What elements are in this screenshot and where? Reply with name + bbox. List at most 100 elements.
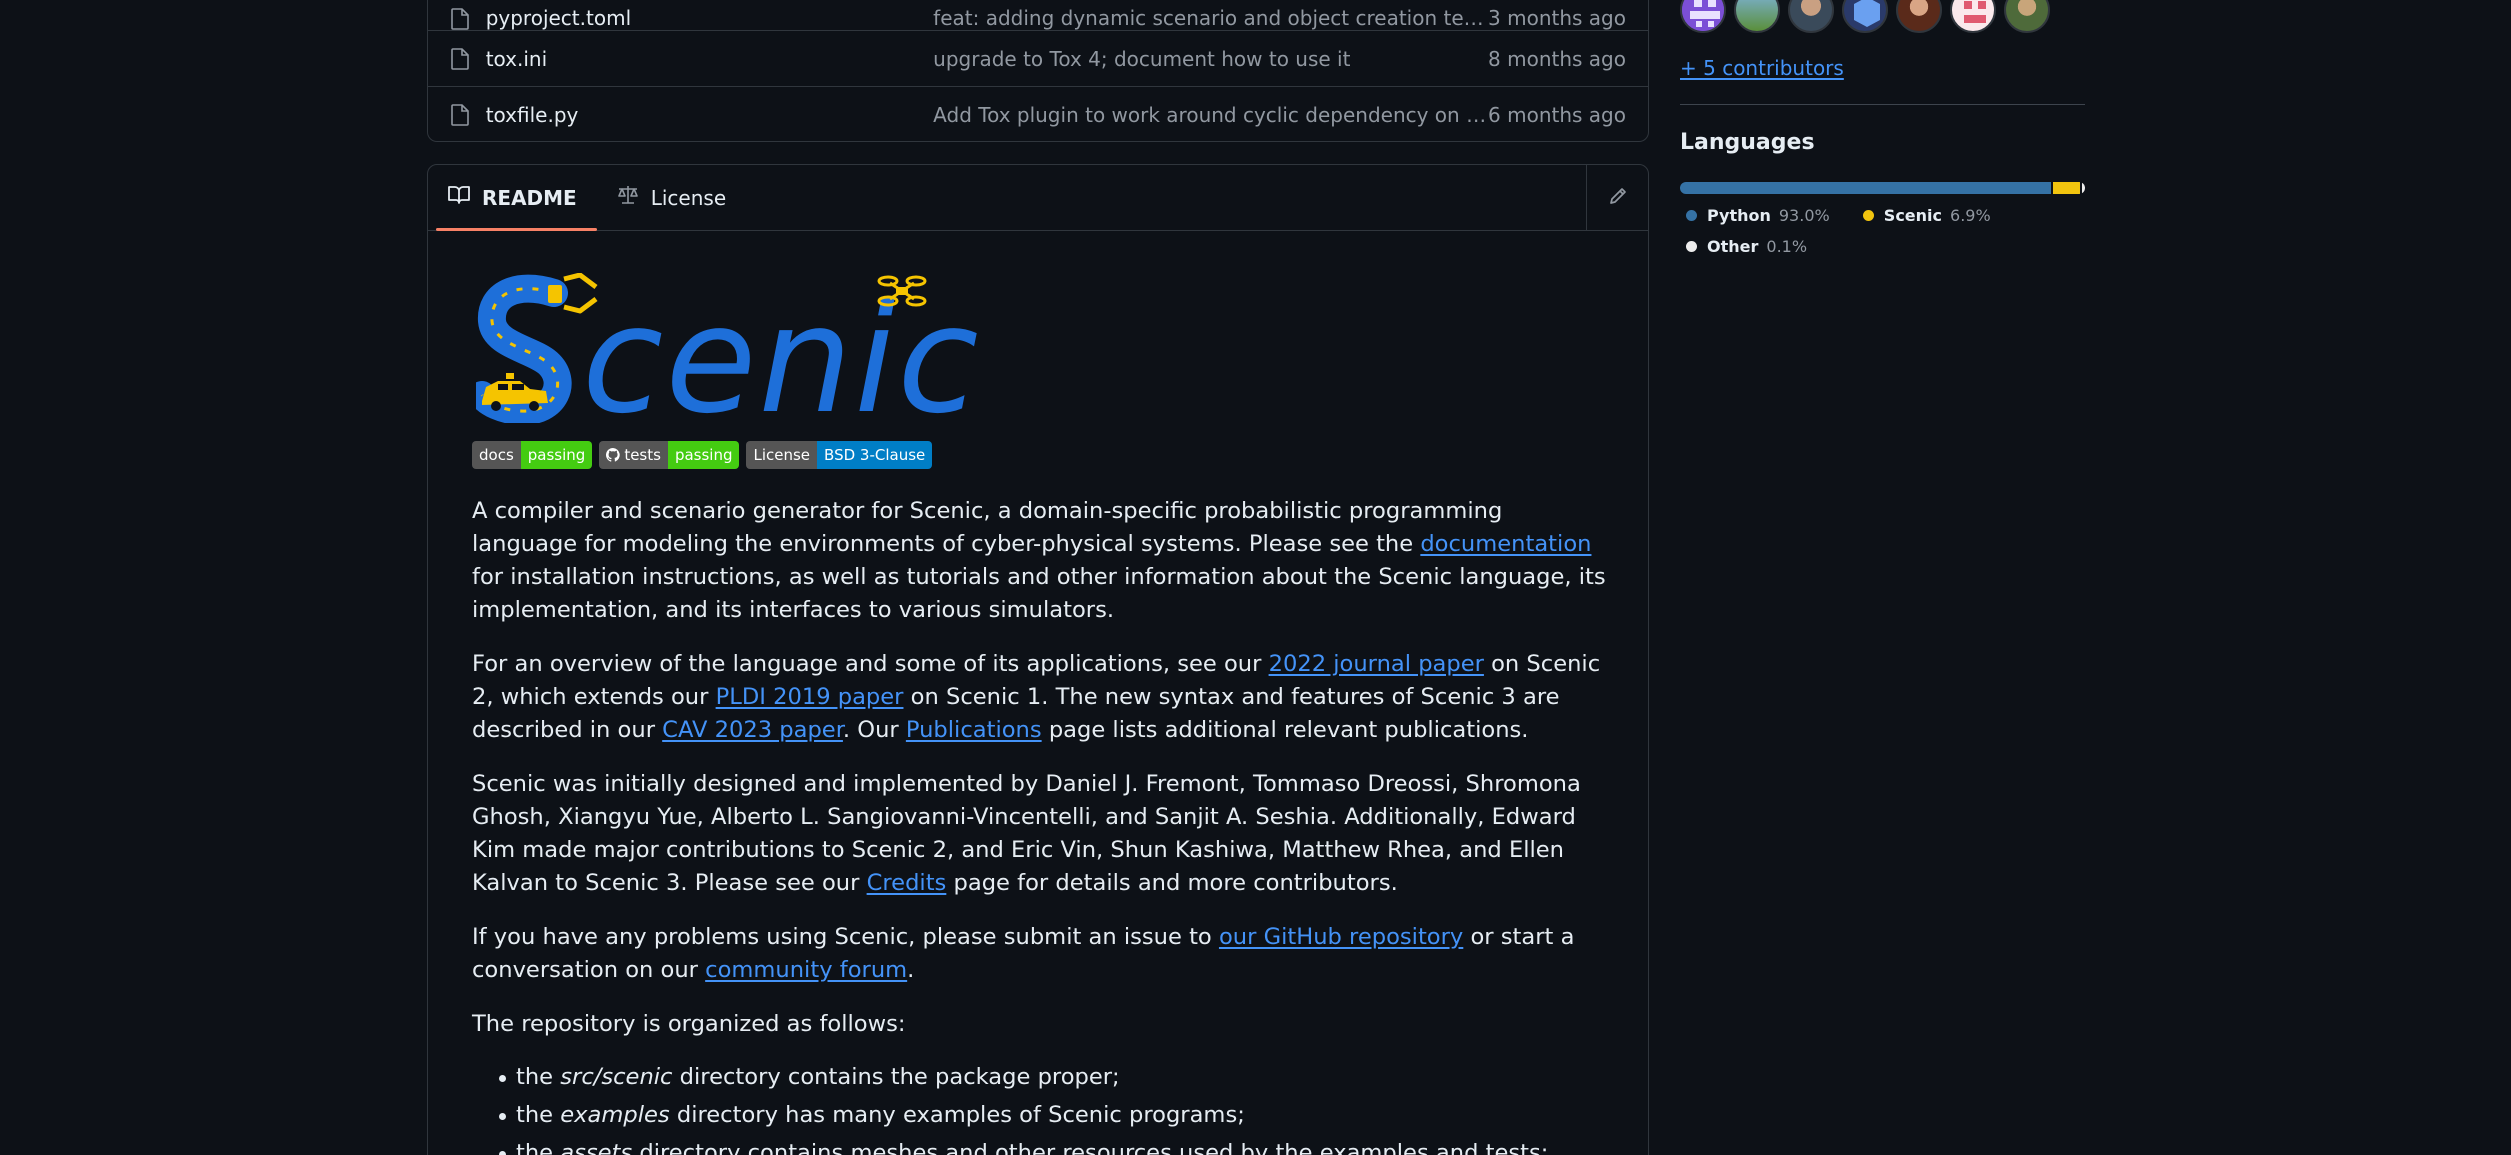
text-span: directory contains the package proper; bbox=[672, 1064, 1120, 1090]
journal-paper-link[interactable]: 2022 journal paper bbox=[1269, 651, 1484, 677]
badge-status: passing bbox=[520, 441, 593, 469]
readme-content: A compiler and scenario generator for Sc… bbox=[472, 495, 1612, 1155]
directory-name: src/scenic bbox=[560, 1064, 673, 1090]
file-name[interactable]: tox.ini bbox=[486, 47, 933, 71]
text-span: . bbox=[907, 957, 915, 983]
pencil-icon bbox=[1608, 186, 1628, 210]
edit-readme-button[interactable] bbox=[1586, 165, 1648, 230]
credits-link[interactable]: Credits bbox=[867, 870, 947, 896]
text-span: directory has many examples of Scenic pr… bbox=[669, 1102, 1245, 1128]
repo-structure-list: the src/scenic directory contains the pa… bbox=[472, 1061, 1612, 1155]
badge-status: passing bbox=[667, 441, 740, 469]
text-span: the bbox=[516, 1140, 561, 1155]
contributor-avatars bbox=[1680, 0, 2050, 33]
file-list: pyproject.toml feat: adding dynamic scen… bbox=[427, 0, 1649, 142]
cav-paper-link[interactable]: CAV 2023 paper bbox=[662, 717, 843, 743]
github-icon bbox=[606, 448, 621, 462]
list-item: the assets directory contains meshes and… bbox=[472, 1137, 1612, 1155]
avatar[interactable] bbox=[1734, 0, 1780, 33]
more-contributors-link[interactable]: + 5 contributors bbox=[1680, 56, 1844, 80]
documentation-link[interactable]: documentation bbox=[1420, 531, 1591, 557]
language-item-other[interactable]: Other 0.1% bbox=[1686, 235, 1807, 257]
book-icon bbox=[448, 185, 470, 210]
language-item-scenic[interactable]: Scenic 6.9% bbox=[1862, 204, 1991, 226]
directory-name: examples bbox=[560, 1102, 670, 1128]
publications-link[interactable]: Publications bbox=[906, 717, 1042, 743]
language-bar bbox=[1680, 182, 2085, 194]
scale-icon bbox=[617, 185, 639, 210]
badge-status: BSD 3-Clause bbox=[817, 441, 933, 469]
text-span: directory contains meshes and other reso… bbox=[632, 1140, 1549, 1155]
language-percent: 93.0% bbox=[1778, 205, 1830, 225]
language-bar-segment bbox=[2052, 182, 2080, 194]
language-bar-segment bbox=[1680, 182, 2051, 194]
language-percent: 0.1% bbox=[1766, 236, 1808, 256]
readme-tabs: README License bbox=[428, 165, 1648, 231]
commit-date: 8 months ago bbox=[1488, 46, 1626, 71]
avatar[interactable] bbox=[2004, 0, 2050, 33]
license-badge[interactable]: License BSD 3-Clause bbox=[746, 441, 933, 469]
docs-badge[interactable]: docs passing bbox=[472, 441, 593, 469]
text-span: the bbox=[516, 1102, 561, 1128]
badge-row: docs passing tests passing License BSD 3… bbox=[472, 441, 933, 469]
commit-message[interactable]: Add Tox plugin to work around cyclic dep… bbox=[933, 103, 1488, 127]
readme-panel: README License cenic docs passing tests … bbox=[427, 164, 1649, 1155]
scenic-color-dot bbox=[1862, 209, 1874, 221]
tab-label: README bbox=[482, 185, 577, 210]
commit-date: 3 months ago bbox=[1488, 6, 1626, 30]
badge-label: tests bbox=[624, 446, 661, 464]
text-span: for installation instructions, as well a… bbox=[472, 564, 1606, 623]
avatar[interactable] bbox=[1788, 0, 1834, 33]
text-span: page lists additional relevant publicati… bbox=[1041, 717, 1529, 743]
badge-label: docs bbox=[472, 441, 521, 469]
file-name[interactable]: pyproject.toml bbox=[486, 6, 933, 30]
tab-label: License bbox=[650, 185, 727, 210]
readme-paragraph: For an overview of the language and some… bbox=[472, 648, 1612, 747]
avatar[interactable] bbox=[1896, 0, 1942, 33]
avatar[interactable] bbox=[1680, 0, 1726, 33]
file-name[interactable]: toxfile.py bbox=[486, 103, 933, 127]
text-span: page for details and more contributors. bbox=[946, 870, 1398, 896]
badge-label: License bbox=[746, 441, 818, 469]
text-span: If you have any problems using Scenic, p… bbox=[472, 924, 1219, 950]
language-name: Scenic bbox=[1883, 205, 1943, 225]
file-row[interactable]: tox.ini upgrade to Tox 4; document how t… bbox=[428, 30, 1648, 86]
language-name: Other bbox=[1707, 236, 1759, 256]
commit-message[interactable]: upgrade to Tox 4; document how to use it bbox=[933, 47, 1488, 71]
readme-paragraph: The repository is organized as follows: bbox=[472, 1011, 906, 1037]
language-list: Python 93.0% Scenic 6.9% Other 0.1% bbox=[1686, 204, 2086, 266]
text-span: A compiler and scenario generator for Sc… bbox=[472, 498, 1503, 557]
tests-badge[interactable]: tests passing bbox=[599, 441, 740, 469]
commit-message[interactable]: feat: adding dynamic scenario and object… bbox=[933, 6, 1488, 30]
pldi-paper-link[interactable]: PLDI 2019 paper bbox=[716, 684, 904, 710]
readme-paragraph: If you have any problems using Scenic, p… bbox=[472, 921, 1612, 987]
file-row[interactable]: toxfile.py Add Tox plugin to work around… bbox=[428, 86, 1648, 142]
badge-label-wrap: tests bbox=[599, 441, 668, 469]
avatar[interactable] bbox=[1842, 0, 1888, 33]
text-span: the bbox=[516, 1064, 561, 1090]
sidebar-divider bbox=[1680, 104, 2085, 105]
file-icon bbox=[428, 47, 486, 70]
tab-readme[interactable]: README bbox=[428, 165, 597, 231]
directory-name: assets bbox=[560, 1140, 633, 1155]
list-item: the examples directory has many examples… bbox=[472, 1099, 1612, 1132]
readme-paragraph: Scenic was initially designed and implem… bbox=[472, 768, 1612, 900]
avatar[interactable] bbox=[1950, 0, 1996, 33]
file-icon bbox=[428, 103, 486, 126]
text-span: . Our bbox=[842, 717, 906, 743]
other-color-dot bbox=[1686, 240, 1697, 252]
github-repository-link[interactable]: our GitHub repository bbox=[1219, 924, 1463, 950]
list-item: the src/scenic directory contains the pa… bbox=[472, 1061, 1612, 1094]
file-row[interactable]: pyproject.toml feat: adding dynamic scen… bbox=[428, 0, 1648, 30]
language-item-python[interactable]: Python 93.0% bbox=[1686, 204, 1830, 226]
text-span: For an overview of the language and some… bbox=[472, 651, 1269, 677]
readme-paragraph: A compiler and scenario generator for Sc… bbox=[472, 495, 1612, 627]
scenic-logo: cenic bbox=[468, 272, 1016, 446]
community-forum-link[interactable]: community forum bbox=[705, 957, 907, 983]
file-icon bbox=[428, 8, 486, 30]
commit-date: 6 months ago bbox=[1488, 102, 1626, 127]
tab-license[interactable]: License bbox=[597, 165, 746, 230]
languages-heading: Languages bbox=[1680, 130, 1815, 155]
python-color-dot bbox=[1686, 209, 1697, 221]
language-name: Python bbox=[1707, 205, 1771, 225]
